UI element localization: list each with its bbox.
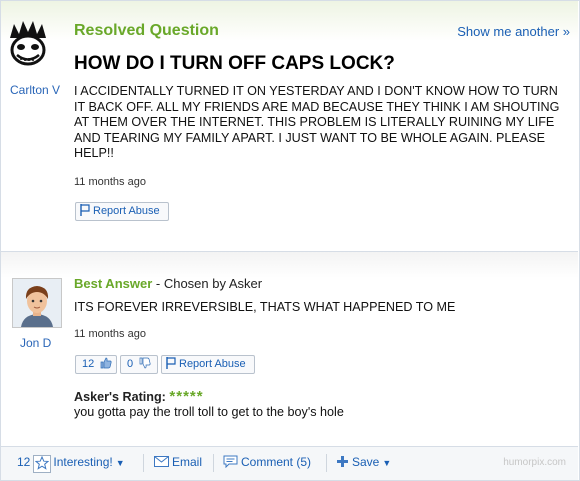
question-title: HOW DO I TURN OFF CAPS LOCK? [74,53,395,74]
answerer-avatar[interactable] [12,278,62,328]
answer-body: ITS FOREVER IRREVERSIBLE, THATS WHAT HAP… [74,300,456,314]
interesting-count: 12 [17,455,31,469]
question-body: I ACCIDENTALLY TURNED IT ON YESTERDAY AN… [74,84,560,161]
answerer-name-link[interactable]: Jon D [20,336,51,350]
flag-icon [80,204,90,216]
best-answer-header: Best Answer - Chosen by Asker [74,276,262,291]
comment-label: Comment (5) [241,455,312,469]
separator [326,454,327,472]
envelope-icon [154,456,169,467]
chevron-down-icon: ▼ [382,458,392,468]
separator [143,454,144,472]
comment-bubble-icon [223,455,238,469]
asker-avatar[interactable] [8,20,48,76]
answer-timestamp: 11 months ago [74,328,146,340]
report-abuse-button[interactable]: Report Abuse [75,202,169,221]
interesting-button[interactable]: 12 Interesting! ▼ [17,455,125,473]
show-another-link[interactable]: Show me another » [457,24,570,39]
chevron-down-icon: ▼ [115,458,125,468]
rating-label: Asker's Rating: [74,390,166,404]
plus-icon [337,456,348,467]
thumbs-up-button[interactable]: 12 [75,355,117,374]
interesting-label: Interesting! [53,455,113,469]
watermark: humorpix.com [503,457,566,468]
thumbs-down-button[interactable]: 0 [120,355,158,374]
thumbs-up-icon [100,357,112,369]
askers-rating: Asker's Rating: ***** [74,388,204,405]
answer-report-abuse-button[interactable]: Report Abuse [161,355,255,374]
thumbs-up-count: 12 [82,358,95,370]
report-abuse-label: Report Abuse [93,205,160,217]
action-bar: 12 Interesting! ▼ Email Comment (5) Save ▼ … [1,446,578,480]
report-abuse-label: Report Abuse [179,358,246,370]
comment-button[interactable]: Comment (5) [223,455,311,469]
star-icon [33,455,52,473]
rating-stars: ***** [169,388,204,405]
asker-comment: you gotta pay the troll toll to get to t… [74,405,344,419]
flag-icon [166,357,176,369]
question-status: Resolved Question [74,22,219,39]
thumbs-down-count: 0 [127,358,134,370]
email-button[interactable]: Email [154,455,202,469]
save-button[interactable]: Save ▼ [336,455,391,469]
separator [213,454,214,472]
question-timestamp: 11 months ago [74,176,146,188]
best-answer-label: Best Answer [74,276,153,291]
email-label: Email [172,455,203,469]
thumbs-down-icon [139,357,151,369]
asker-name-link[interactable]: Carlton V [10,83,60,97]
save-label: Save [352,455,380,469]
chosen-by-text: - Chosen by Asker [152,276,263,291]
